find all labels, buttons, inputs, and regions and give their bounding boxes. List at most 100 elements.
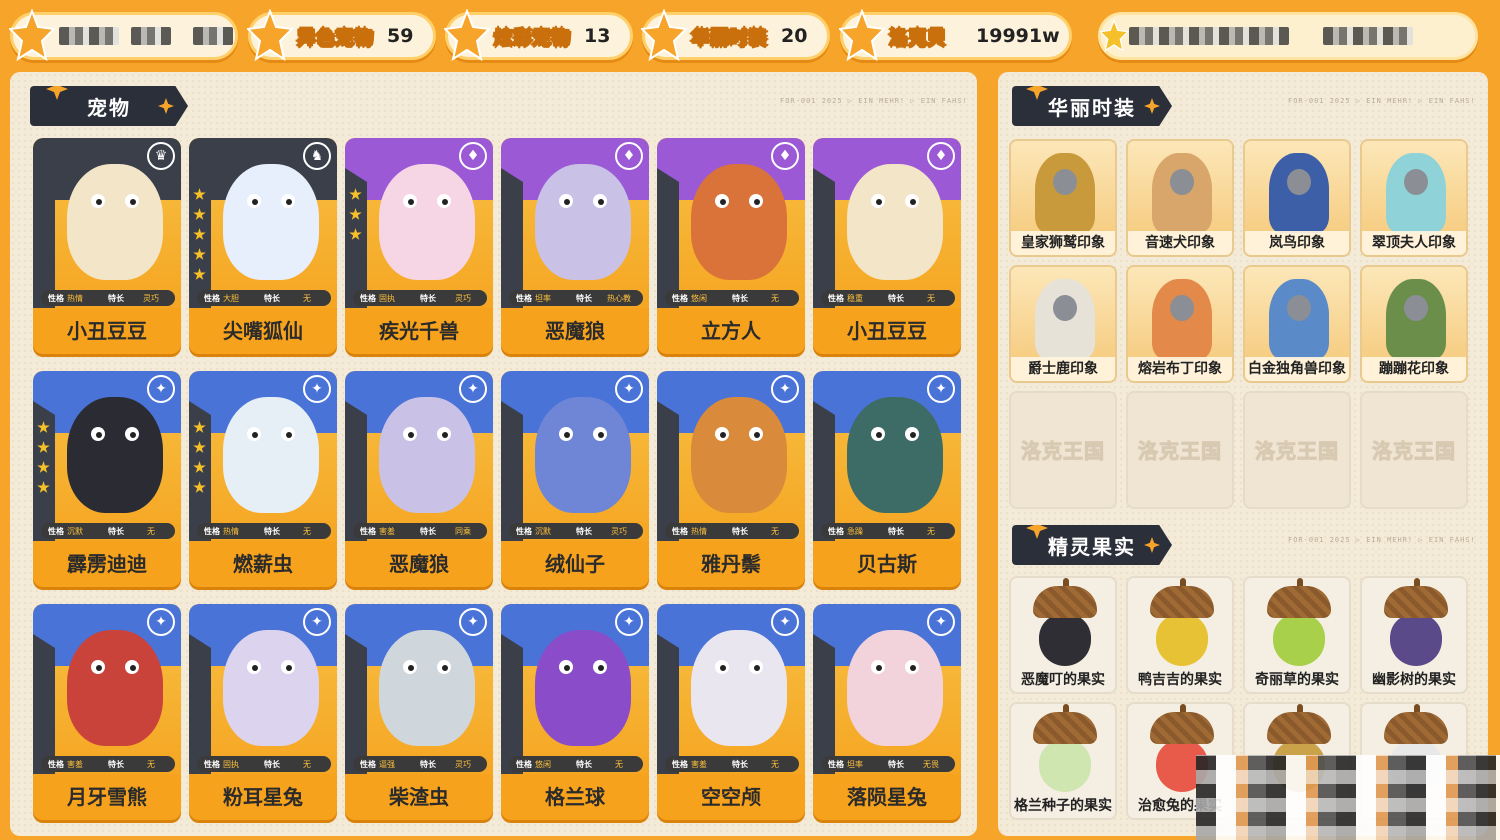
- pet-rank-icon: ♞: [303, 142, 331, 170]
- star-icon: [193, 421, 206, 433]
- costume-tile[interactable]: 白金独角兽印象: [1243, 265, 1351, 383]
- skill-value: 热心教: [607, 293, 631, 303]
- pet-card[interactable]: ✦ 性格 沉默 特长 无霹雳迪迪: [33, 371, 181, 587]
- star-icon: [641, 9, 687, 62]
- pet-rank-icon: ✦: [147, 375, 175, 403]
- fruit-label: 幽影树的果实: [1372, 672, 1456, 688]
- skill-value: 无: [927, 526, 935, 536]
- skill-label: 特长: [420, 759, 436, 769]
- star-icon: [37, 441, 50, 453]
- trait-label: 性格: [516, 759, 532, 769]
- pet-info-bar: 性格 急躁 特长 无: [821, 523, 955, 539]
- costume-tile[interactable]: 岚鸟印象: [1243, 139, 1351, 257]
- pet-card[interactable]: ✦ 性格 害羞 特长 无空空颅: [657, 604, 805, 820]
- pet-info-bar: 性格 坦率 特长 热心教: [509, 290, 643, 306]
- pet-card[interactable]: ✦ 性格 热情 特长 无燃薪虫: [189, 371, 337, 587]
- fruit-label: 奇丽草的果实: [1255, 672, 1339, 688]
- pet-card[interactable]: ♦ 性格 坦率 特长 热心教 恶魔狼: [501, 138, 649, 354]
- fruit-illustration: [1156, 614, 1208, 666]
- fruit-tile[interactable]: 鸭吉吉的果实: [1126, 576, 1234, 694]
- star-icon: [37, 481, 50, 493]
- star-icon: [247, 9, 293, 62]
- trait-value: 害羞: [691, 759, 707, 769]
- pet-rank-icon: ✦: [303, 608, 331, 636]
- trait-label: 性格: [360, 759, 376, 769]
- trait-value: 沉默: [67, 526, 83, 536]
- fruit-tile[interactable]: 奇丽草的果实: [1243, 576, 1351, 694]
- fruit-illustration: [1273, 614, 1325, 666]
- pet-art: ✦: [813, 371, 961, 541]
- star-icon: [37, 421, 50, 433]
- costume-tile[interactable]: 蹦蹦花印象: [1360, 265, 1468, 383]
- pet-card[interactable]: ♦ 性格 悠闲 特长 无立方人: [657, 138, 805, 354]
- skill-label: 特长: [888, 526, 904, 536]
- skill-label: 特长: [108, 293, 124, 303]
- skill-value: 无: [927, 293, 935, 303]
- trait-label: 性格: [360, 293, 376, 303]
- costume-tile[interactable]: 音速犬印象: [1126, 139, 1234, 257]
- pet-stars: [193, 421, 207, 501]
- pet-info-bar: 性格 害羞 特长 无: [665, 756, 799, 772]
- fruit-tile[interactable]: 幽影树的果实: [1360, 576, 1468, 694]
- pet-illustration: [223, 630, 319, 746]
- star-icon: [193, 208, 206, 220]
- trait-label: 性格: [516, 293, 532, 303]
- pet-card[interactable]: ♞ 性格 大胆 特长 无尖嘴狐仙: [189, 138, 337, 354]
- skill-value: 无: [303, 526, 311, 536]
- skill-label: 特长: [576, 759, 592, 769]
- skill-value: 无: [147, 526, 155, 536]
- costume-label: 翠顶夫人印象: [1362, 231, 1466, 255]
- trait-label: 性格: [672, 293, 688, 303]
- player-extra-obscured: [193, 27, 233, 45]
- stat-costumes: 华丽时装 20: [641, 9, 830, 62]
- skill-value: 无: [147, 759, 155, 769]
- pet-name: 粉耳星兔: [223, 785, 303, 809]
- pet-info-bar: 性格 逼强 特长 灵巧: [353, 756, 487, 772]
- costume-tile[interactable]: 爵士鹿印象: [1009, 265, 1117, 383]
- pet-illustration: [691, 630, 787, 746]
- avatar-silhouette: [1404, 169, 1428, 195]
- costume-label: 白金独角兽印象: [1245, 357, 1349, 381]
- pet-card[interactable]: ✦ 性格 害羞 特长 无月牙雪熊: [33, 604, 181, 820]
- stat-label: 炫彩宠物: [493, 26, 571, 49]
- pet-name: 立方人: [701, 319, 761, 343]
- pet-name: 月牙雪熊: [67, 785, 147, 809]
- pet-card[interactable]: ♦ 性格 固执 特长 灵巧 疾光千兽: [345, 138, 493, 354]
- star-icon: [193, 228, 206, 240]
- pet-side-rail: [657, 168, 679, 308]
- skill-label: 特长: [420, 526, 436, 536]
- pet-card[interactable]: ✦ 性格 固执 特长 无粉耳星兔: [189, 604, 337, 820]
- pet-illustration: [379, 164, 475, 280]
- fruit-tile[interactable]: 恶魔叮的果实: [1009, 576, 1117, 694]
- avatar-silhouette: [1287, 169, 1311, 195]
- pet-card[interactable]: ♛ 性格 热情 特长 灵巧 小丑豆豆: [33, 138, 181, 354]
- pet-card[interactable]: ✦ 性格 急躁 特长 无贝古斯: [813, 371, 961, 587]
- pet-card[interactable]: ♦ 性格 稳重 特长 无小丑豆豆: [813, 138, 961, 354]
- pet-art: ♛: [33, 138, 181, 308]
- pet-card[interactable]: ✦ 性格 悠闲 特长 无格兰球: [501, 604, 649, 820]
- pet-illustration: [691, 164, 787, 280]
- pet-card[interactable]: ✦ 性格 逼强 特长 灵巧 柴渣虫: [345, 604, 493, 820]
- pet-card[interactable]: ✦ 性格 害羞 特长 同乘 恶魔狼: [345, 371, 493, 587]
- pet-info-bar: 性格 大胆 特长 无: [197, 290, 331, 306]
- pet-info-bar: 性格 害羞 特长 无: [41, 756, 175, 772]
- pet-card[interactable]: ✦ 性格 沉默 特长 灵巧 绒仙子: [501, 371, 649, 587]
- trait-value: 大胆: [223, 293, 239, 303]
- pet-info-bar: 性格 悠闲 特长 无: [509, 756, 643, 772]
- pet-card[interactable]: ✦ 性格 热情 特长 无雅丹鬃: [657, 371, 805, 587]
- pet-card[interactable]: ✦ 性格 坦率 特长 无畏 落陨星兔: [813, 604, 961, 820]
- pet-side-rail: [657, 634, 679, 774]
- costume-tile[interactable]: 熔岩布丁印象: [1126, 265, 1234, 383]
- fruit-illustration: [1039, 614, 1091, 666]
- trait-value: 害羞: [379, 526, 395, 536]
- pet-side-rail: [33, 634, 55, 774]
- costume-label: 爵士鹿印象: [1011, 357, 1115, 381]
- avatar-silhouette: [1404, 295, 1428, 321]
- pet-rank-icon: ♛: [147, 142, 175, 170]
- pet-info-bar: 性格 稳重 特长 无: [821, 290, 955, 306]
- costume-tile[interactable]: 翠顶夫人印象: [1360, 139, 1468, 257]
- skill-label: 特长: [576, 526, 592, 536]
- fruit-tile[interactable]: 格兰种子的果实: [1009, 702, 1117, 820]
- costume-tile[interactable]: 皇家狮鹫印象: [1009, 139, 1117, 257]
- star-icon: [193, 268, 206, 280]
